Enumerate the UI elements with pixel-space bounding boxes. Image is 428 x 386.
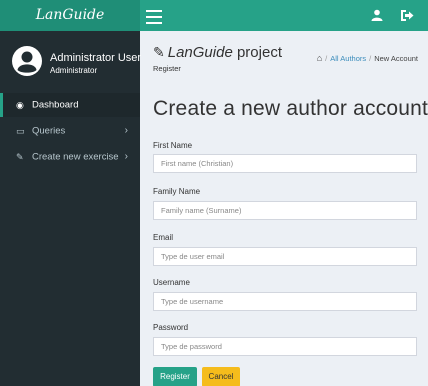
dashboard-icon: ◉ — [16, 100, 24, 110]
top-navbar: LanGuide — [0, 0, 428, 31]
laptop-icon: ▭ — [16, 126, 25, 136]
sidebar-item-create-exercise[interactable]: ✎ Create new exercise › — [0, 145, 140, 169]
edit-icon: ✎ — [16, 152, 24, 162]
sign-out-icon[interactable] — [400, 9, 414, 22]
menu-toggle-icon[interactable] — [146, 6, 162, 25]
family-name-label: Family Name — [153, 187, 201, 196]
email-input[interactable] — [153, 247, 417, 266]
brand-logo[interactable]: LanGuide — [0, 0, 140, 31]
edit-icon: ✎ — [153, 44, 165, 60]
sidebar-item-label: Queries — [32, 125, 66, 137]
content-header: ✎ LanGuide project Register ⌂ / All Authors… — [140, 31, 428, 81]
avatar — [12, 46, 42, 76]
breadcrumb-link-all-authors[interactable]: All Authors — [330, 54, 366, 63]
email-label: Email — [153, 233, 174, 242]
breadcrumb: ⌂ / All Authors / New Account — [316, 53, 418, 63]
user-panel: Administrator User Administrator — [0, 31, 142, 91]
form-title: Create a new author account — [153, 97, 428, 120]
sidebar-item-label: Create new exercise — [32, 151, 119, 163]
first-name-label: First Name — [153, 141, 193, 150]
password-input[interactable] — [153, 337, 417, 356]
register-button[interactable]: Register — [153, 367, 197, 386]
user-icon[interactable] — [371, 9, 383, 21]
page-title: ✎ LanGuide project — [153, 44, 282, 61]
page-subtitle: Register — [153, 64, 181, 73]
chevron-right-icon: › — [124, 151, 128, 162]
sidebar-item-label: Dashboard — [32, 99, 79, 111]
password-label: Password — [153, 323, 189, 332]
cancel-button[interactable]: Cancel — [202, 367, 240, 386]
user-name: Administrator User — [50, 52, 142, 64]
sidebar-item-dashboard[interactable]: ◉ Dashboard — [0, 93, 140, 117]
sidebar-item-queries[interactable]: ▭ Queries › — [0, 119, 140, 143]
first-name-input[interactable] — [153, 154, 417, 173]
username-label: Username — [153, 278, 190, 287]
breadcrumb-current: New Account — [374, 54, 418, 63]
user-role: Administrator — [50, 66, 98, 75]
username-input[interactable] — [153, 292, 417, 311]
family-name-input[interactable] — [153, 201, 417, 220]
sidebar: Administrator User Administrator ◉ Dashbo… — [0, 31, 142, 386]
home-icon[interactable]: ⌂ — [317, 53, 322, 63]
chevron-right-icon: › — [124, 125, 128, 136]
